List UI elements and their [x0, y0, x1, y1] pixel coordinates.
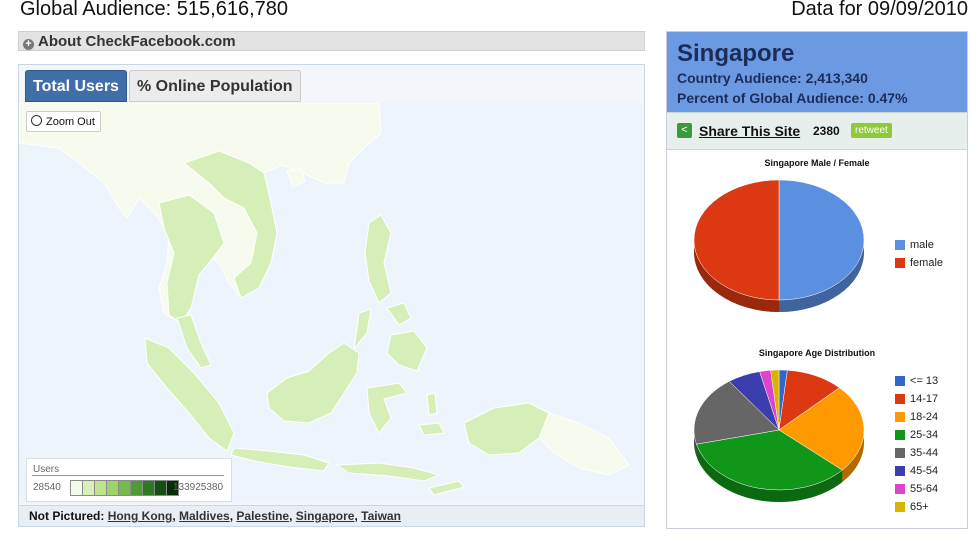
- country-header: Singapore Country Audience: 2,413,340 Pe…: [667, 32, 967, 112]
- legend-label: 55-64: [910, 483, 939, 495]
- legend-color: [895, 502, 905, 512]
- not-pictured-bar: Not Pictured: Hong Kong, Maldives, Pales…: [19, 505, 644, 526]
- map-panel: Total Users % Online Population Zoom Out: [18, 64, 645, 527]
- legend-min: 28540: [33, 482, 61, 493]
- expand-icon: +: [23, 39, 34, 50]
- legend-label: <= 13: [910, 375, 939, 387]
- legend-color: [895, 394, 905, 404]
- legend-color: [895, 430, 905, 440]
- country-link[interactable]: Taiwan: [361, 509, 401, 523]
- legend-item: 45-54: [895, 462, 938, 480]
- share-icon[interactable]: <: [677, 123, 692, 138]
- legend-item: 14-17: [895, 390, 938, 408]
- legend-color: [895, 466, 905, 476]
- legend-item: 18-24: [895, 408, 938, 426]
- chart-age-title: Singapore Age Distribution: [758, 348, 876, 358]
- legend-label: 14-17: [910, 393, 939, 405]
- global-audience: Global Audience: 515,616,780: [20, 0, 288, 20]
- legend-color: [895, 240, 905, 250]
- legend-item: 35-44: [895, 444, 938, 462]
- legend-label: 18-24: [910, 411, 939, 423]
- legend-color: [895, 448, 905, 458]
- tab-online-population[interactable]: % Online Population: [129, 70, 301, 102]
- about-label: About CheckFacebook.com: [38, 33, 236, 50]
- legend-title: Users: [33, 464, 60, 475]
- tab-total-users[interactable]: Total Users: [25, 70, 127, 102]
- legend-label: 25-34: [910, 429, 939, 441]
- legend-label: 45-54: [910, 465, 939, 477]
- legend-item: 25-34: [895, 426, 938, 444]
- country-link[interactable]: Palestine: [236, 509, 289, 523]
- share-count: 2380: [813, 124, 840, 138]
- legend-item: 55-64: [895, 480, 938, 498]
- age-legend: <= 13 14-17 18-24 25-34 35-44 45-54 55-64 65+: [895, 372, 938, 516]
- legend-item: male: [895, 236, 943, 254]
- legend-item: female: [895, 254, 943, 272]
- legend-label: 35-44: [910, 447, 939, 459]
- country-link[interactable]: Maldives: [179, 509, 230, 523]
- zoom-out-label: Zoom Out: [46, 116, 95, 128]
- legend-label: 65+: [910, 501, 929, 513]
- legend-color: [895, 412, 905, 422]
- legend-label: female: [910, 257, 944, 269]
- country-link[interactable]: Hong Kong: [108, 509, 173, 523]
- about-bar[interactable]: + About CheckFacebook.com: [18, 31, 645, 51]
- legend-item: <= 13: [895, 372, 938, 390]
- legend-color: [895, 484, 905, 494]
- share-link[interactable]: Share This Site: [699, 123, 800, 139]
- retweet-button[interactable]: retweet: [851, 123, 892, 138]
- gender-legend: male female: [895, 236, 943, 272]
- share-bar: < Share This Site 2380 retweet: [667, 112, 967, 150]
- country-percent: Percent of Global Audience: 0.47%: [677, 90, 908, 106]
- map-legend: Users 28540 133925380: [26, 458, 232, 502]
- zoom-out-button[interactable]: Zoom Out: [26, 111, 101, 132]
- not-pictured-label: Not Pictured:: [29, 509, 105, 523]
- country-link[interactable]: Singapore: [296, 509, 355, 523]
- data-date: Data for 09/09/2010: [791, 0, 968, 20]
- map-canvas[interactable]: [19, 103, 644, 503]
- legend-label: male: [910, 239, 934, 251]
- country-audience: Country Audience: 2,413,340: [677, 70, 868, 86]
- country-sidebar: Singapore Country Audience: 2,413,340 Pe…: [666, 31, 968, 529]
- legend-color: [895, 258, 905, 268]
- legend-max: 133925380: [173, 482, 224, 493]
- country-name: Singapore: [677, 40, 795, 67]
- chart-gender-title: Singapore Male / Female: [764, 158, 870, 168]
- legend-color: [895, 376, 905, 386]
- magnifier-icon: [31, 115, 42, 126]
- legend-item: 65+: [895, 498, 938, 516]
